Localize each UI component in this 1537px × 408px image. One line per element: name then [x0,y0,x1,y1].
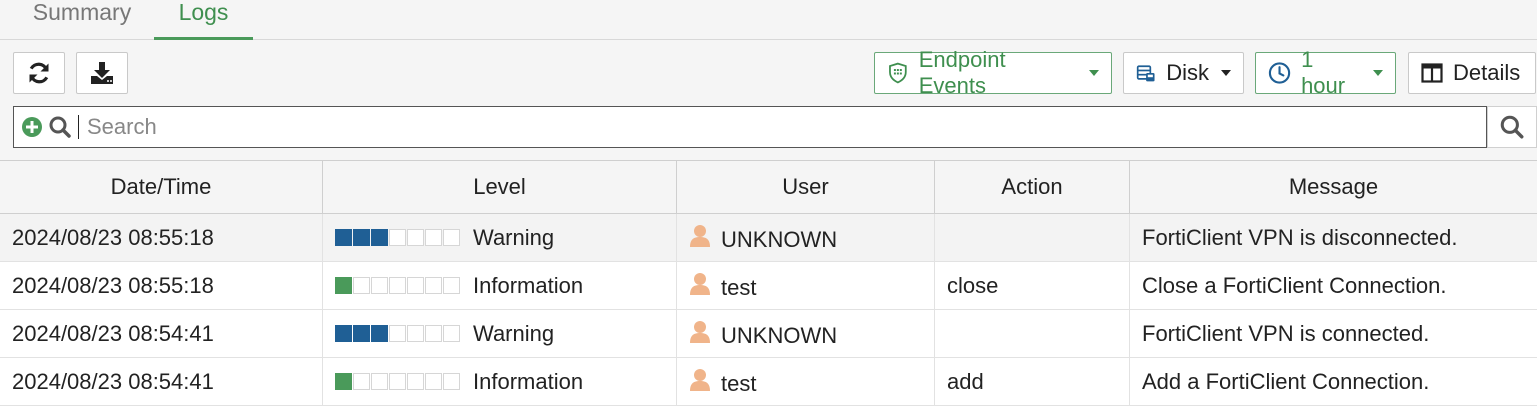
user-icon [690,369,710,391]
shield-icon [889,62,907,84]
column-header-datetime[interactable]: Date/Time [0,161,323,213]
chevron-down-icon [1373,70,1383,76]
source-dropdown[interactable]: Disk [1123,52,1244,94]
cell-level: Warning [323,214,677,261]
level-label: Information [473,272,584,298]
cell-message: FortiClient VPN is disconnected. [1142,224,1458,250]
column-header-user[interactable]: User [677,161,935,213]
add-filter-icon[interactable] [21,116,43,138]
table-row[interactable]: 2024/08/23 08:55:18 Warning UNKNOWN Fort… [0,214,1537,262]
cell-message: Close a FortiClient Connection. [1142,272,1447,298]
cell-datetime: 2024/08/23 08:54:41 [0,358,323,405]
cell-level: Information [323,358,677,405]
download-button[interactable] [76,52,128,94]
chevron-down-icon [1089,70,1099,76]
user-icon [690,321,710,343]
clock-icon [1268,62,1291,84]
level-label: Information [473,368,584,394]
user-label: test [721,371,757,396]
source-label: Disk [1166,60,1209,85]
refresh-button[interactable] [13,52,65,94]
cell-user: UNKNOWN [677,214,935,261]
cell-user: test [677,358,935,405]
cell-level: Information [323,262,677,309]
column-header-level[interactable]: Level [323,161,677,213]
search-icon [1500,115,1524,139]
level-bar-warning [335,325,461,342]
cell-action: close [935,262,1130,309]
cell-action: add [935,358,1130,405]
user-icon [690,225,710,247]
download-icon [91,62,113,84]
cell-user: test [677,262,935,309]
user-label: UNKNOWN [721,323,838,348]
search-box [13,106,1487,148]
level-bar-warning [335,229,461,246]
column-header-action[interactable]: Action [935,161,1130,213]
search-icon [49,116,71,138]
user-label: UNKNOWN [721,227,838,252]
table-row[interactable]: 2024/08/23 08:54:41 Warning UNKNOWN Fort… [0,310,1537,358]
cell-action [935,310,1130,357]
columns-icon [1421,63,1443,83]
level-bar-information [335,277,461,294]
chevron-down-icon [1221,70,1231,76]
cell-datetime: 2024/08/23 08:55:18 [0,214,323,261]
tab-logs[interactable]: Logs [154,0,253,40]
user-label: test [721,275,757,300]
time-range-label: 1 hour [1301,47,1346,98]
user-icon [690,273,710,295]
toolbar: Endpoint Events Disk 1 hour Details [0,40,1537,160]
cell-user: UNKNOWN [677,310,935,357]
search-input[interactable] [87,114,1387,140]
disk-icon [1136,65,1155,82]
details-label: Details [1453,60,1521,85]
logs-table: Date/Time Level User Action Message 2024… [0,160,1537,406]
level-label: Warning [473,320,555,346]
cell-datetime: 2024/08/23 08:54:41 [0,310,323,357]
search-submit-button[interactable] [1487,106,1537,148]
table-row[interactable]: 2024/08/23 08:55:18 Information test clo… [0,262,1537,310]
text-cursor [78,115,79,139]
table-header: Date/Time Level User Action Message [0,161,1537,214]
tab-summary[interactable]: Summary [27,0,137,40]
cell-message: FortiClient VPN is connected. [1142,320,1430,346]
cell-datetime: 2024/08/23 08:55:18 [0,262,323,309]
log-type-dropdown[interactable]: Endpoint Events [874,47,1112,98]
cell-level: Warning [323,310,677,357]
log-type-label: Endpoint Events [918,47,1006,98]
column-header-message[interactable]: Message [1130,161,1537,213]
tab-bar: Summary Logs [0,0,1537,40]
level-bar-information [335,373,461,390]
refresh-icon [29,62,49,84]
cell-message: Add a FortiClient Connection. [1142,368,1430,394]
level-label: Warning [473,224,555,250]
time-range-dropdown[interactable]: 1 hour [1255,47,1396,98]
table-row[interactable]: 2024/08/23 08:54:41 Information test add… [0,358,1537,406]
cell-action [935,214,1130,261]
details-button[interactable]: Details [1408,52,1536,94]
